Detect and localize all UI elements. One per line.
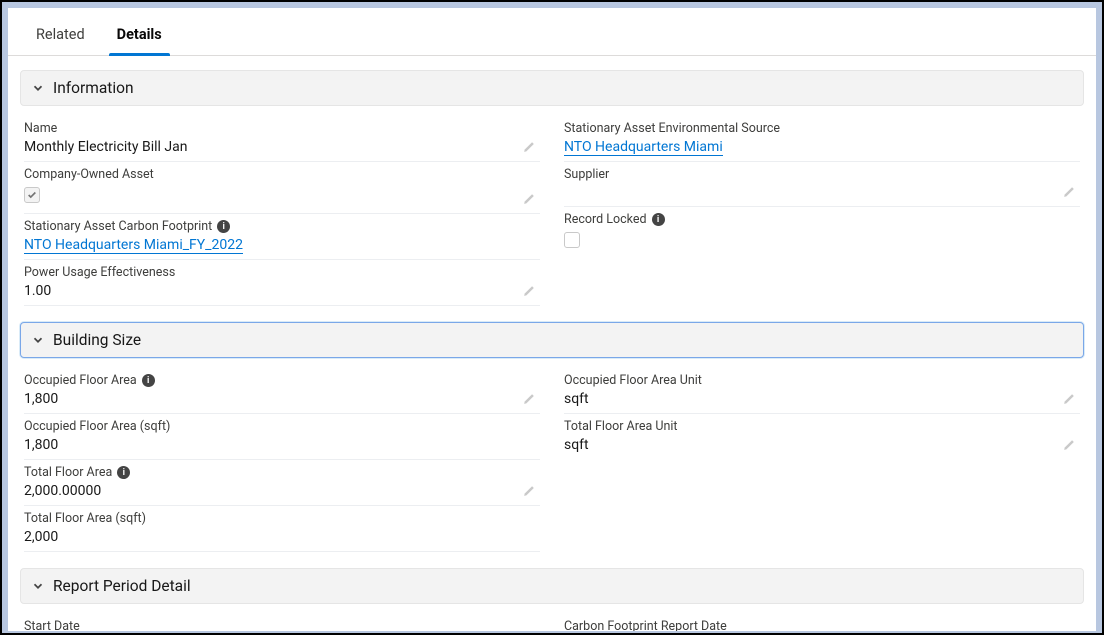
info-icon[interactable]: i <box>117 466 130 479</box>
field-value <box>564 184 1080 204</box>
field-carbon-footprint: Stationary Asset Carbon Footprint i NTO … <box>24 214 540 260</box>
field-label: Occupied Floor Area (sqft) <box>24 419 540 436</box>
info-icon[interactable]: i <box>217 220 230 233</box>
field-occupied-unit: Occupied Floor Area Unit sqft <box>564 368 1080 414</box>
field-occupied-area: Occupied Floor Area i 1,800 <box>24 368 540 414</box>
field-value: 1.00 <box>24 282 540 303</box>
field-label: Total Floor Area (sqft) <box>24 511 540 528</box>
left-column: Start Date 1/1/2022 End Date 2/1/2022 <box>24 614 540 631</box>
checkbox-unchecked[interactable] <box>564 232 580 248</box>
field-record-locked: Record Locked i <box>564 207 1080 262</box>
pencil-icon[interactable] <box>1062 437 1076 451</box>
field-value: sqft <box>564 436 1080 457</box>
field-name: Name Monthly Electricity Bill Jan <box>24 116 540 162</box>
left-column: Occupied Floor Area i 1,800 Occupied Flo… <box>24 368 540 552</box>
field-value: NTO Headquarters Miami <box>564 138 1080 159</box>
section-body-information: Name Monthly Electricity Bill Jan Compan… <box>20 106 1084 308</box>
info-icon[interactable]: i <box>652 213 665 226</box>
chevron-down-icon <box>31 81 45 95</box>
section-title: Information <box>53 79 134 97</box>
tab-bar: Related Details <box>8 8 1096 56</box>
chevron-down-icon <box>31 579 45 593</box>
field-value <box>564 229 1080 260</box>
section-header-building-size[interactable]: Building Size <box>20 322 1084 358</box>
field-company-owned: Company-Owned Asset <box>24 162 540 214</box>
field-occupied-area-sqft: Occupied Floor Area (sqft) 1,800 <box>24 414 540 460</box>
pencil-icon[interactable] <box>1062 391 1076 405</box>
tab-related[interactable]: Related <box>20 12 101 55</box>
field-value <box>24 184 540 211</box>
link-carbon-footprint[interactable]: NTO Headquarters Miami_FY_2022 <box>24 237 243 254</box>
field-label: Total Floor Area Unit <box>564 419 1080 436</box>
section-information: Information Name Monthly Electricity Bil… <box>20 70 1084 308</box>
field-value: 2,000.00000 <box>24 482 540 503</box>
section-body-building-size: Occupied Floor Area i 1,800 Occupied Flo… <box>20 358 1084 554</box>
field-value: 2,000 <box>24 528 540 549</box>
checkbox-checked[interactable] <box>24 187 40 203</box>
label-text: Occupied Floor Area <box>24 373 137 388</box>
field-label: Occupied Floor Area i <box>24 373 540 390</box>
field-label: Name <box>24 121 540 138</box>
section-body-report-period: Start Date 1/1/2022 End Date 2/1/2022 <box>20 604 1084 631</box>
pencil-icon[interactable] <box>1062 184 1076 198</box>
field-label: Stationary Asset Environmental Source <box>564 121 1080 138</box>
pencil-icon[interactable] <box>522 483 536 497</box>
field-total-area-sqft: Total Floor Area (sqft) 2,000 <box>24 506 540 552</box>
field-report-date: Carbon Footprint Report Date <box>564 614 1080 631</box>
field-start-date: Start Date 1/1/2022 <box>24 614 540 631</box>
field-env-source: Stationary Asset Environmental Source NT… <box>564 116 1080 162</box>
field-value: sqft <box>564 390 1080 411</box>
right-column: Stationary Asset Environmental Source NT… <box>564 116 1080 306</box>
field-label: Occupied Floor Area Unit <box>564 373 1080 390</box>
field-value: NTO Headquarters Miami_FY_2022 <box>24 236 540 257</box>
section-header-information[interactable]: Information <box>20 70 1084 106</box>
field-label: Carbon Footprint Report Date <box>564 619 1080 631</box>
link-env-source[interactable]: NTO Headquarters Miami <box>564 139 723 156</box>
field-power-usage: Power Usage Effectiveness 1.00 <box>24 260 540 306</box>
chevron-down-icon <box>31 333 45 347</box>
field-supplier: Supplier <box>564 162 1080 207</box>
pencil-icon[interactable] <box>522 283 536 297</box>
field-label: Power Usage Effectiveness <box>24 265 540 282</box>
field-total-unit: Total Floor Area Unit sqft <box>564 414 1080 459</box>
label-text: Record Locked <box>564 212 647 227</box>
label-text: Stationary Asset Carbon Footprint <box>24 219 212 234</box>
record-detail-page: Related Details Information Name Monthly… <box>8 8 1096 631</box>
field-label: Stationary Asset Carbon Footprint i <box>24 219 540 236</box>
section-title: Report Period Detail <box>53 577 191 595</box>
pencil-icon[interactable] <box>522 139 536 153</box>
tab-details[interactable]: Details <box>101 12 178 55</box>
field-value: Monthly Electricity Bill Jan <box>24 138 540 159</box>
field-label: Start Date <box>24 619 540 631</box>
pencil-icon[interactable] <box>522 191 536 205</box>
field-label: Company-Owned Asset <box>24 167 540 184</box>
field-label: Total Floor Area i <box>24 465 540 482</box>
info-icon[interactable]: i <box>142 374 155 387</box>
section-report-period: Report Period Detail Start Date 1/1/2022… <box>20 568 1084 631</box>
field-value: 1,800 <box>24 390 540 411</box>
label-text: Total Floor Area <box>24 465 112 480</box>
left-column: Name Monthly Electricity Bill Jan Compan… <box>24 116 540 306</box>
section-building-size: Building Size Occupied Floor Area i 1,80… <box>20 322 1084 554</box>
right-column: Carbon Footprint Report Date <box>564 614 1080 631</box>
right-column: Occupied Floor Area Unit sqft Total Floo… <box>564 368 1080 552</box>
field-total-area: Total Floor Area i 2,000.00000 <box>24 460 540 506</box>
section-header-report-period[interactable]: Report Period Detail <box>20 568 1084 604</box>
pencil-icon[interactable] <box>522 391 536 405</box>
details-content: Information Name Monthly Electricity Bil… <box>8 70 1096 631</box>
field-label: Supplier <box>564 167 1080 184</box>
field-value: 1,800 <box>24 436 540 457</box>
section-title: Building Size <box>53 331 141 349</box>
field-label: Record Locked i <box>564 212 1080 229</box>
